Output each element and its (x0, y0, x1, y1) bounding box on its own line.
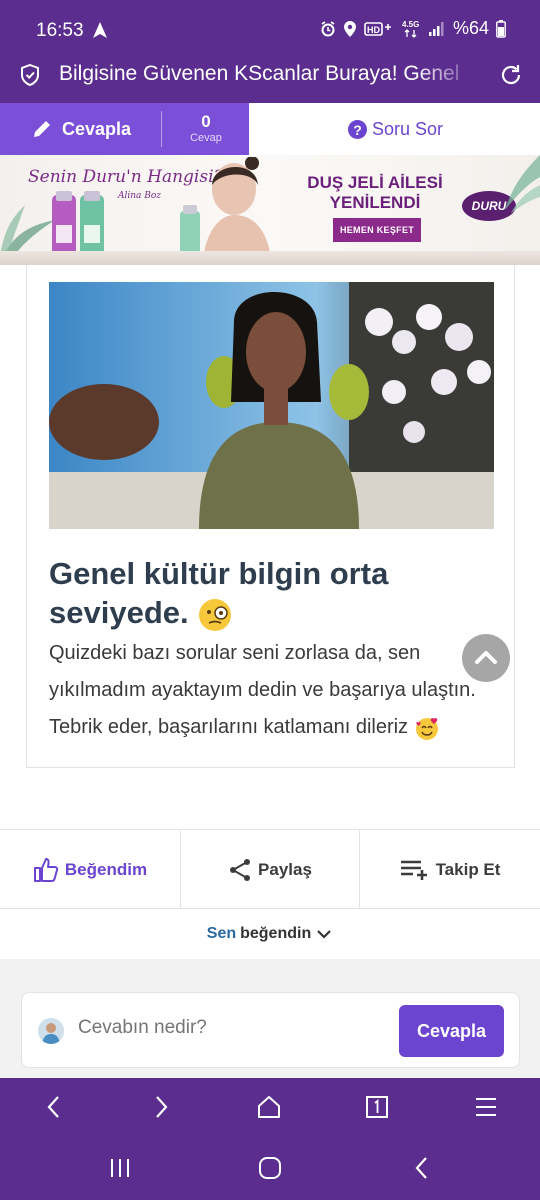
location-icon (343, 20, 356, 37)
result-description: Quizdeki bazı sorular seni zorlasa da, s… (49, 635, 499, 746)
ad-headline-line2: YENİLENDİ (329, 193, 421, 213)
svg-text:HD: HD (367, 25, 380, 35)
question-icon: ? (348, 120, 367, 139)
browser-toolbar (0, 1078, 540, 1136)
result-description-text: Quizdeki bazı sorular seni zorlasa da, s… (49, 642, 476, 738)
smiling-face-hearts-icon (415, 717, 438, 740)
system-home-icon[interactable] (258, 1156, 282, 1180)
monocle-face-icon (199, 598, 232, 631)
divider (161, 111, 162, 147)
share-icon (230, 858, 251, 881)
ad-banner[interactable]: Senin Duru'n Hangisi? Alina Boz DUŞ JELİ… (0, 155, 540, 265)
menu-icon[interactable] (473, 1094, 499, 1120)
follow-list-icon (400, 860, 427, 880)
liked-by-you: Sen (206, 925, 237, 942)
ad-headline: DUŞ JELİ AİLESİ YENİLENDİ (300, 173, 450, 214)
palm-leaf-right-image (505, 155, 540, 213)
model-photo-image (180, 157, 272, 265)
liked-by-text: beğendin (240, 925, 312, 942)
ad-shelf (0, 251, 540, 265)
ad-headline-line1: DUŞ JELİ AİLESİ (307, 173, 443, 192)
share-label: Paylaş (258, 859, 312, 879)
recent-apps-icon[interactable] (108, 1156, 132, 1180)
avatar-image (38, 1018, 64, 1044)
answer-input[interactable] (78, 1017, 378, 1039)
chevron-up-icon (475, 651, 497, 664)
answer-count: 0 (201, 112, 211, 131)
pencil-icon (34, 121, 50, 137)
ask-question-label: Soru Sor (372, 119, 444, 139)
liked-by-row[interactable]: Sen beğendin (0, 909, 540, 959)
shield-icon[interactable] (20, 64, 40, 86)
thumbs-up-icon (33, 857, 59, 882)
scroll-to-top-button[interactable] (462, 634, 510, 682)
network-type-icon: 4.5G (402, 20, 419, 38)
follow-button[interactable]: Takip Et (360, 830, 540, 909)
browser-url-bar: Bilgisine Güvenen KScanlar Buraya! Genel (0, 56, 540, 103)
answer-button[interactable]: Cevapla 0 Cevap (0, 103, 249, 155)
like-button[interactable]: Beğendim (0, 830, 180, 909)
ad-signature: Alina Boz (118, 191, 162, 201)
page-title[interactable]: Bilgisine Güvenen KScanlar Buraya! Genel (59, 62, 479, 86)
question-action-bar: Cevapla 0 Cevap ? Soru Sor (0, 103, 540, 155)
result-photo (49, 282, 494, 529)
alarm-icon (321, 20, 335, 36)
signal-icon (428, 21, 444, 36)
system-back-icon[interactable] (410, 1156, 434, 1180)
quiz-result-card: Genel kültür bilgin orta seviyede. Quizd… (26, 265, 515, 768)
ask-question-button[interactable]: ? Soru Sor (348, 119, 443, 140)
share-button[interactable]: Paylaş (180, 830, 360, 909)
reaction-bar: Beğendim Paylaş Takip Et (0, 829, 540, 909)
status-time: 16:53 (36, 20, 84, 41)
home-icon[interactable] (256, 1094, 282, 1120)
answer-button-label: Cevapla (62, 119, 132, 139)
page: 16:53 HD 4.5G %64 Bilgisine Güvenen KSca… (0, 0, 540, 1200)
svg-text:4.5G: 4.5G (402, 20, 419, 29)
battery-percent: %64 (452, 18, 489, 38)
avatar (38, 1018, 64, 1044)
forward-icon[interactable] (148, 1094, 174, 1120)
hd-voice-icon: HD (364, 21, 391, 36)
system-nav-bar (0, 1136, 540, 1200)
reload-icon[interactable] (498, 62, 524, 88)
status-icons: HD 4.5G %64 (320, 18, 506, 39)
chevron-down-icon (317, 930, 331, 939)
navigation-arrow-icon (93, 22, 107, 38)
ad-cta-button[interactable]: HEMEN KEŞFET (333, 218, 421, 242)
back-icon[interactable] (41, 1094, 67, 1120)
like-label: Beğendim (64, 859, 148, 879)
battery-icon (496, 19, 506, 38)
follow-label: Takip Et (435, 859, 501, 879)
answer-count-label: Cevap (190, 132, 222, 144)
tabs-icon[interactable] (364, 1094, 390, 1120)
result-title: Genel kültür bilgin orta seviyede. (49, 555, 494, 633)
submit-answer-button[interactable]: Cevapla (399, 1005, 504, 1057)
comment-box: Cevapla (21, 992, 520, 1068)
status-bar: 16:53 HD 4.5G %64 (0, 0, 540, 56)
